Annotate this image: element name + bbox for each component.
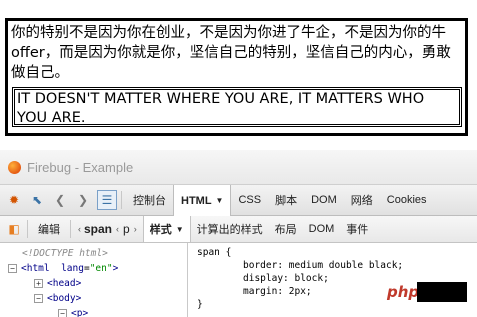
css-selector[interactable]: span { bbox=[197, 246, 477, 259]
collapse-toggle-icon[interactable]: − bbox=[34, 294, 43, 303]
tree-row-p[interactable]: − <p> bbox=[0, 306, 187, 317]
tab-style[interactable]: 样式 ▼ bbox=[142, 216, 191, 242]
span-block: IT DOESN'T MATTER WHERE YOU ARE, IT MATT… bbox=[12, 87, 462, 127]
firebug-menu-icon[interactable]: ✹ bbox=[5, 191, 23, 209]
p-tag: <p> bbox=[71, 308, 89, 317]
tab-layout[interactable]: 布局 bbox=[269, 216, 303, 242]
panel-body: <!DOCTYPE html> − < html lang = "en" > + <he… bbox=[0, 243, 477, 317]
tree-row-body[interactable]: − <body> bbox=[0, 291, 187, 306]
chevron-down-icon: ▼ bbox=[215, 196, 224, 205]
firebug-title-bar: Firebug - Example bbox=[0, 150, 477, 184]
tree-row-doctype[interactable]: <!DOCTYPE html> bbox=[0, 246, 187, 261]
breadcrumb-sep-icon: ‹ bbox=[116, 224, 120, 234]
lang-val: "en" bbox=[89, 263, 113, 274]
breadcrumb-span[interactable]: span bbox=[84, 222, 112, 236]
paragraph-text: 你的特别不是因为你在创业，不是因为你进了牛企，不是因为你的牛offer，而是因为… bbox=[11, 25, 451, 81]
collapse-toggle-icon[interactable]: − bbox=[8, 264, 17, 273]
doctype-text: <!DOCTYPE html> bbox=[22, 248, 108, 259]
watermark: php bbox=[387, 282, 467, 302]
tab-html-label: HTML bbox=[181, 194, 212, 207]
gt-glyph: > bbox=[112, 263, 119, 274]
firebug-logo-icon bbox=[8, 160, 21, 174]
edit-button[interactable]: 编辑 bbox=[32, 216, 66, 242]
watermark-logo: php bbox=[387, 282, 420, 302]
subbar-divider bbox=[27, 220, 28, 238]
lang-attr: lang bbox=[61, 263, 84, 274]
tab-style-label: 样式 bbox=[149, 224, 172, 236]
html-tree-pane: <!DOCTYPE html> − < html lang = "en" > + <he… bbox=[0, 243, 188, 317]
inspect-icon[interactable]: ⬉ bbox=[28, 191, 46, 209]
html-tag-name: html bbox=[26, 263, 50, 274]
demo-paragraph-box: 你的特别不是因为你在创业，不是因为你进了牛企，不是因为你的牛offer，而是因为… bbox=[5, 18, 468, 136]
toolbar-divider bbox=[121, 191, 122, 209]
forward-icon[interactable]: ❯ bbox=[74, 191, 92, 209]
tab-console[interactable]: 控制台 bbox=[126, 185, 173, 215]
tab-computed-style[interactable]: 计算出的样式 bbox=[191, 216, 269, 242]
tab-html[interactable]: HTML ▼ bbox=[173, 185, 232, 216]
tab-events[interactable]: 事件 bbox=[340, 216, 374, 242]
tab-side-dom[interactable]: DOM bbox=[303, 216, 341, 242]
breadcrumb-p[interactable]: p bbox=[123, 222, 130, 236]
css-rules-pane: span { border: medium double black; disp… bbox=[188, 243, 477, 317]
command-line-icon[interactable]: ☰ bbox=[97, 190, 117, 210]
body-tag: <body> bbox=[47, 293, 82, 304]
tab-css[interactable]: CSS bbox=[231, 185, 268, 215]
breadcrumb-left-arrow-icon[interactable]: ‹ bbox=[78, 224, 81, 234]
main-toolbar: ✹ ⬉ ❮ ❯ ☰ 控制台 HTML ▼ CSS 脚本 DOM 网络 Cooki… bbox=[0, 184, 477, 216]
style-chevron-down-icon: ▼ bbox=[175, 224, 184, 234]
window-title: Firebug - Example bbox=[27, 159, 134, 175]
css-rule[interactable]: border: medium double black; bbox=[197, 259, 477, 272]
sub-toolbar: ◧ 编辑 ‹ span ‹ p › 样式 ▼ 计算出的样式 布局 DOM 事件 bbox=[0, 216, 477, 243]
back-icon[interactable]: ❮ bbox=[51, 191, 69, 209]
watermark-bar bbox=[417, 282, 467, 302]
tab-net[interactable]: 网络 bbox=[344, 185, 380, 215]
tab-dom[interactable]: DOM bbox=[304, 185, 344, 215]
expand-toggle-icon[interactable]: + bbox=[34, 279, 43, 288]
collapse-toggle-icon[interactable]: − bbox=[58, 309, 67, 317]
head-tag: <head> bbox=[47, 278, 82, 289]
breadcrumb-right-arrow-icon[interactable]: › bbox=[134, 224, 137, 234]
panel-toggle-icon[interactable]: ◧ bbox=[5, 220, 23, 238]
subbar-divider-2 bbox=[70, 220, 71, 238]
tree-row-head[interactable]: + <head> bbox=[0, 276, 187, 291]
tab-cookies[interactable]: Cookies bbox=[380, 185, 434, 215]
tab-script[interactable]: 脚本 bbox=[268, 185, 304, 215]
tree-row-html[interactable]: − < html lang = "en" > bbox=[0, 261, 187, 276]
